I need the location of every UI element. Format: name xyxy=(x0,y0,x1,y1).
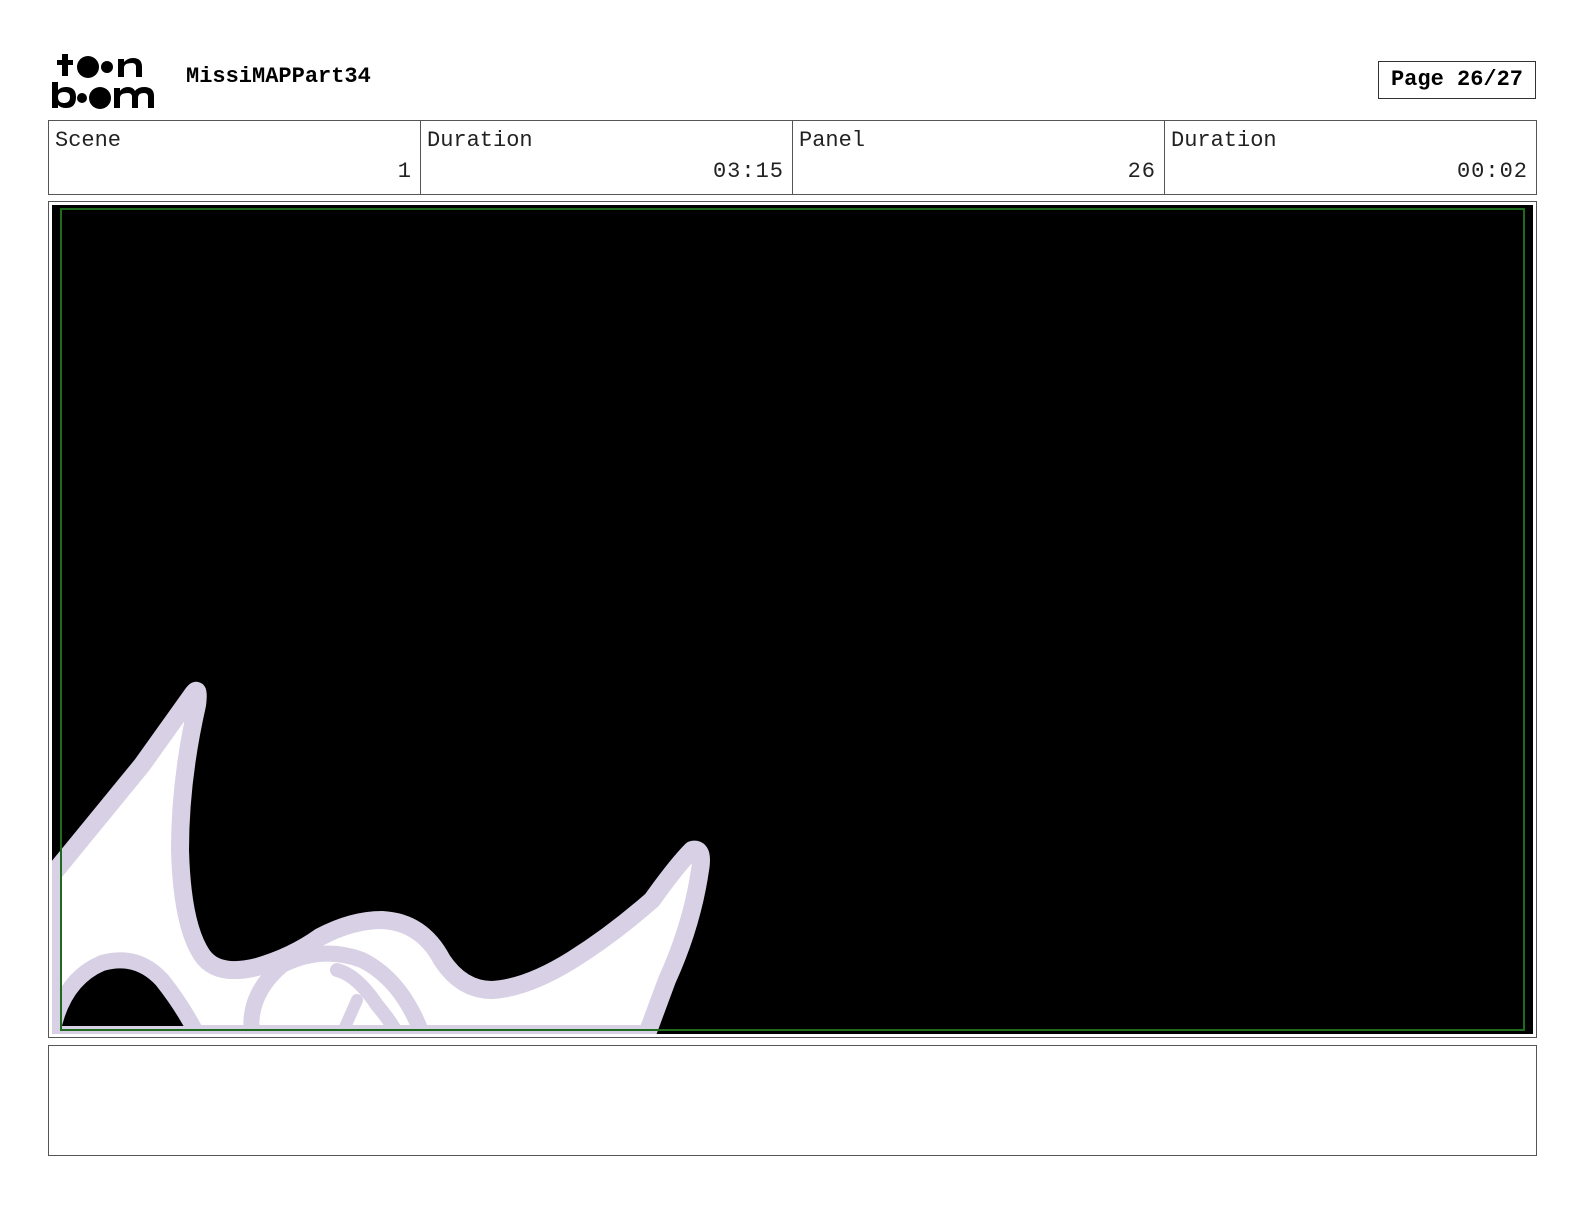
panel-info-table: Scene 1 Duration 03:15 Panel 26 Duration… xyxy=(48,120,1537,195)
panel-image xyxy=(52,205,1533,1034)
panel-label: Panel xyxy=(799,128,866,153)
scene-label: Scene xyxy=(55,128,122,153)
scene-value: 1 xyxy=(397,159,412,184)
safe-frame xyxy=(60,208,1525,1031)
panel-cell: Panel 26 xyxy=(792,121,1164,194)
panel-duration-label: Duration xyxy=(1171,128,1277,153)
panel-value: 26 xyxy=(1127,159,1156,184)
project-title: MissiMAPPart34 xyxy=(186,64,371,89)
panel-duration-cell: Duration 00:02 xyxy=(1164,121,1536,194)
scene-duration-label: Duration xyxy=(427,128,533,153)
panel-duration-value: 00:02 xyxy=(1456,159,1528,184)
panel-notes xyxy=(48,1045,1537,1156)
scene-duration-value: 03:15 xyxy=(712,159,784,184)
toon-boom-logo xyxy=(50,50,166,112)
storyboard-panel xyxy=(48,201,1537,1038)
scene-cell: Scene 1 xyxy=(49,121,420,194)
scene-duration-cell: Duration 03:15 xyxy=(420,121,792,194)
page-indicator: Page 26/27 xyxy=(1378,61,1536,99)
